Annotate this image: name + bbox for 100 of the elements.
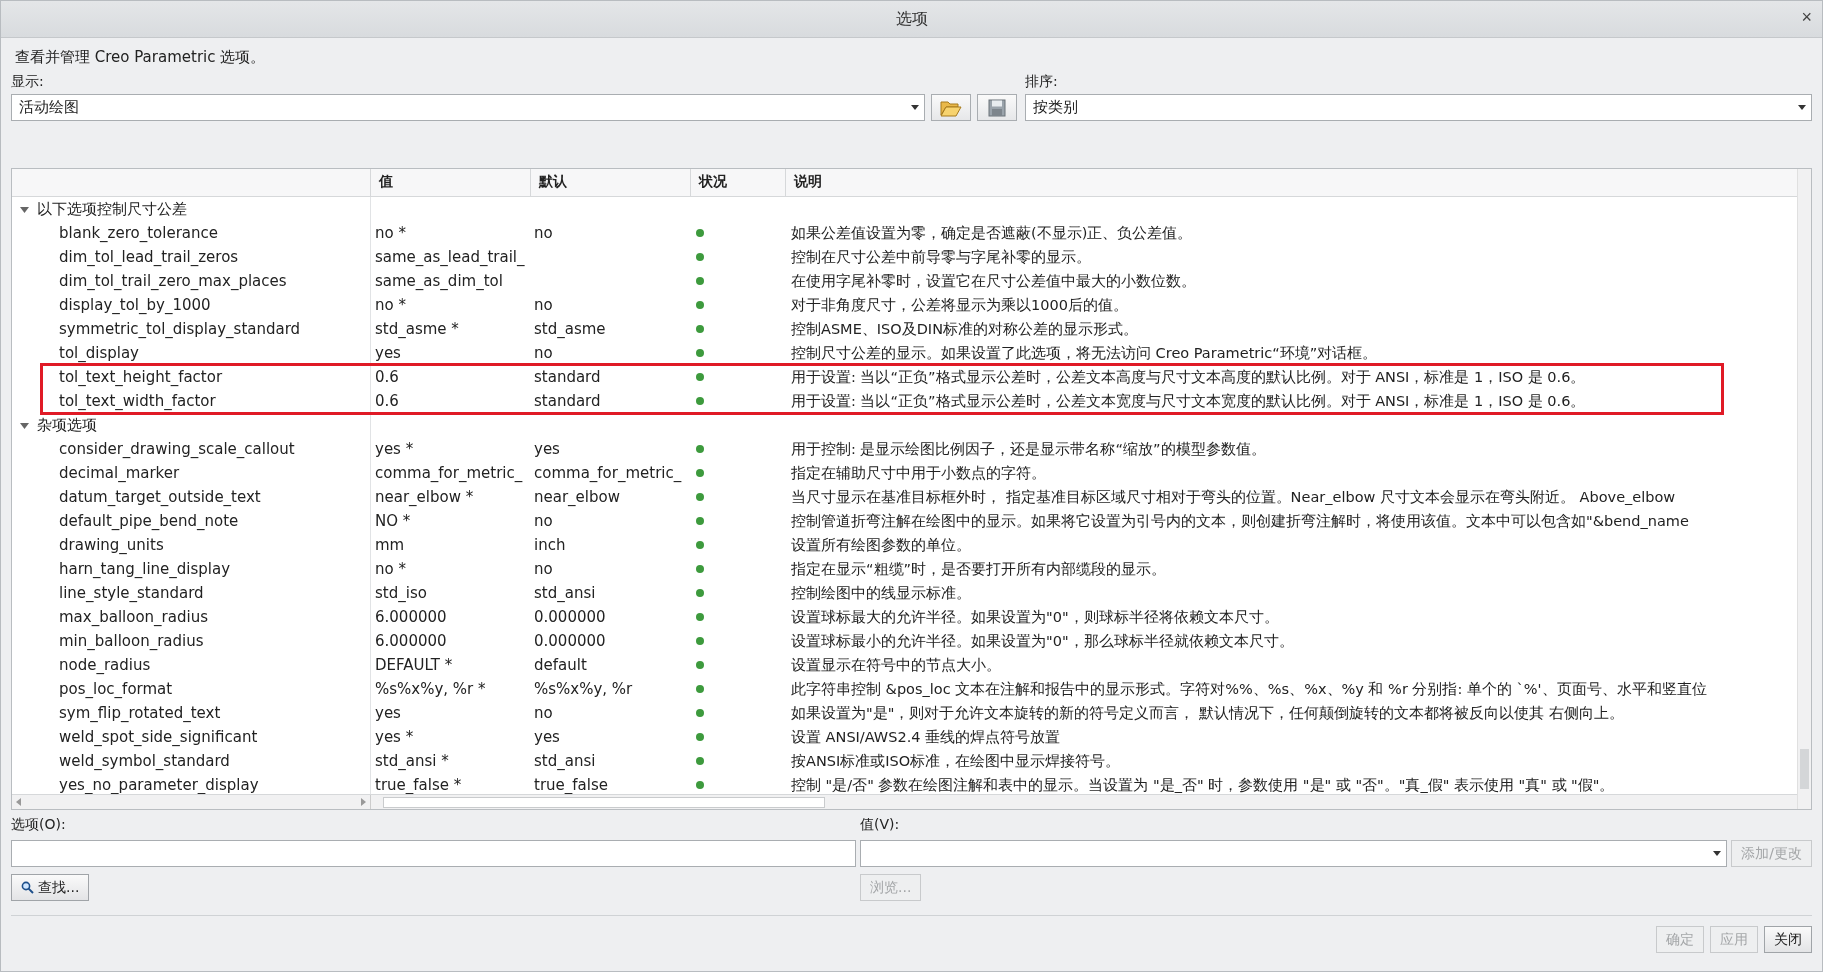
option-name[interactable]: tol_text_height_factor — [12, 365, 370, 389]
option-name[interactable]: tol_display — [12, 341, 370, 365]
default-value: no — [533, 559, 554, 580]
status-dot-icon — [696, 397, 704, 405]
option-description: 此字符串控制 &pos_loc 文本在注解和报告中的显示形式。字符对%%、%s、%x、%y 和 %r 分别指: 单个的 `%'、页面号、水平和竖直位 — [790, 680, 1708, 699]
status-dot-icon — [696, 325, 704, 333]
close-button[interactable]: × — [1797, 7, 1816, 28]
option-name[interactable]: sym_flip_rotated_text — [12, 701, 370, 725]
status-dot-icon — [696, 685, 704, 693]
option-name[interactable]: weld_spot_side_significant — [12, 725, 370, 749]
scroll-right-icon[interactable] — [361, 798, 366, 806]
option-description: 设置显示在符号中的节点大小。 — [790, 656, 1002, 675]
option-value: DEFAULT * — [370, 653, 530, 677]
expand-triangle-icon[interactable] — [20, 420, 29, 430]
option-value: yes * — [370, 725, 530, 749]
option-value: 6.000000 — [370, 629, 530, 653]
option-description: 当尺寸显示在基准目标框外时， 指定基准目标区域尺寸相对于弯头的位置。Near_elbow 尺寸文本会显示在弯头附近。 Above_elbow — [790, 488, 1677, 507]
status-dot-icon — [696, 757, 704, 765]
status-dot-icon — [696, 301, 704, 309]
intro-text: 查看并管理 Creo Parametric 选项。 — [15, 48, 267, 67]
value-dropdown[interactable] — [860, 840, 1728, 867]
option-name[interactable]: max_balloon_radius — [12, 605, 370, 629]
column-header[interactable]: 默认 — [530, 169, 690, 196]
option-description: 设置球标最小的允许半径。如果设置为"0"，那么球标半径就依赖文本尺寸。 — [790, 632, 1295, 651]
option-value: no * — [370, 557, 530, 581]
option-name[interactable]: default_pipe_bend_note — [12, 509, 370, 533]
option-description: 控制尺寸公差的显示。如果设置了此选项，将无法访问 Creo Parametric“环境”对话框。 — [790, 344, 1379, 363]
group-title: 杂项选项 — [37, 415, 97, 435]
save-button[interactable] — [977, 94, 1017, 121]
default-value: standard — [533, 391, 602, 412]
display-dropdown[interactable]: 活动绘图 — [11, 94, 925, 121]
option-name[interactable]: blank_zero_tolerance — [12, 221, 370, 245]
sort-label: 排序: — [1025, 73, 1059, 91]
option-value: mm — [370, 533, 530, 557]
option-label: 选项(O): — [11, 816, 67, 834]
option-value: NO * — [370, 509, 530, 533]
group-title: 以下选项控制尺寸公差 — [37, 199, 187, 219]
column-header[interactable]: 状况 — [690, 169, 785, 196]
default-value: std_ansi — [533, 583, 597, 604]
option-value: std_iso — [370, 581, 530, 605]
default-value: no — [533, 511, 554, 532]
dropdown-arrow-icon — [1713, 851, 1722, 856]
status-dot-icon — [696, 589, 704, 597]
option-name[interactable]: decimal_marker — [12, 461, 370, 485]
option-name[interactable]: weld_symbol_standard — [12, 749, 370, 773]
option-name[interactable]: consider_drawing_scale_callout — [12, 437, 370, 461]
option-value: std_ansi * — [370, 749, 530, 773]
option-name[interactable]: node_radius — [12, 653, 370, 677]
option-name[interactable]: drawing_units — [12, 533, 370, 557]
vertical-scrollbar[interactable] — [1797, 169, 1811, 809]
option-name[interactable]: datum_target_outside_text — [12, 485, 370, 509]
option-name[interactable]: dim_tol_lead_trail_zeros — [12, 245, 370, 269]
option-description: 控制管道折弯注解在绘图中的显示。如果将它设置为引号内的文本，则创建折弯注解时，将使用该值。文本中可以包含如"&bend_name — [790, 512, 1690, 531]
status-dot-icon — [696, 613, 704, 621]
option-value: 0.6 — [370, 365, 530, 389]
option-name[interactable]: harn_tang_line_display — [12, 557, 370, 581]
default-value: no — [533, 343, 554, 364]
status-dot-icon — [696, 733, 704, 741]
status-dot-icon — [696, 541, 704, 549]
option-description: 控制 "是/否" 参数在绘图注解和表中的显示。当设置为 "是_否" 时，参数使用 "是" 或 "否"。"真_假" 表示使用 "真" 或 "假"。 — [790, 776, 1616, 794]
dialog-button[interactable]: 关闭 — [1764, 926, 1812, 953]
option-name[interactable]: dim_tol_trail_zero_max_places — [12, 269, 370, 293]
option-description: 控制绘图中的线显示标准。 — [790, 584, 972, 603]
option-input-field[interactable] — [11, 840, 856, 867]
option-description: 设置球标最大的允许半径。如果设置为"0"，则球标半径将依赖文本尺寸。 — [790, 608, 1280, 627]
option-value: %s%x%y, %r * — [370, 677, 530, 701]
status-dot-icon — [696, 637, 704, 645]
option-name[interactable]: yes_no_parameter_display — [12, 773, 370, 794]
status-dot-icon — [696, 349, 704, 357]
dropdown-arrow-icon — [1798, 105, 1806, 110]
expand-triangle-icon[interactable] — [20, 204, 29, 214]
default-value: comma_for_metric_ — [533, 463, 683, 484]
option-description: 对于非角度尺寸，公差将显示为乘以1000后的值。 — [790, 296, 1129, 315]
option-name[interactable]: tol_text_width_factor — [12, 389, 370, 413]
open-folder-button[interactable] — [931, 94, 971, 121]
option-description: 控制ASME、ISO及DIN标准的对称公差的显示形式。 — [790, 320, 1139, 339]
option-description: 控制在尺寸公差中前导零与字尾补零的显示。 — [790, 248, 1092, 267]
option-description: 设置所有绘图参数的单位。 — [790, 536, 972, 555]
window-title: 选项 — [895, 8, 928, 30]
find-button[interactable]: 查找... — [11, 874, 90, 901]
scroll-left-icon[interactable] — [16, 798, 21, 806]
option-description: 按ANSI标准或ISO标准，在绘图中显示焊接符号。 — [790, 752, 1122, 771]
status-dot-icon — [696, 253, 704, 261]
option-value: comma_for_metric_ — [370, 461, 530, 485]
option-description: 用于设置: 当以“正负”格式显示公差时，公差文本高度与尺寸文本高度的默认比例。对于 ANSI，标准是 1，ISO 是 0.6。 — [790, 368, 1587, 387]
option-name[interactable]: symmetric_tol_display_standard — [12, 317, 370, 341]
default-value: true_false — [533, 775, 609, 794]
folder-icon — [940, 98, 962, 117]
option-name[interactable]: pos_loc_format — [12, 677, 370, 701]
status-dot-icon — [696, 565, 704, 573]
option-name[interactable]: min_balloon_radius — [12, 629, 370, 653]
status-dot-icon — [696, 781, 704, 789]
option-name[interactable]: display_tol_by_1000 — [12, 293, 370, 317]
option-value: 6.000000 — [370, 605, 530, 629]
dropdown-arrow-icon — [911, 105, 919, 110]
column-header[interactable]: 值 — [370, 169, 530, 196]
status-dot-icon — [696, 517, 704, 525]
option-value: std_asme * — [370, 317, 530, 341]
sort-dropdown[interactable]: 按类别 — [1025, 94, 1812, 121]
option-name[interactable]: line_style_standard — [12, 581, 370, 605]
